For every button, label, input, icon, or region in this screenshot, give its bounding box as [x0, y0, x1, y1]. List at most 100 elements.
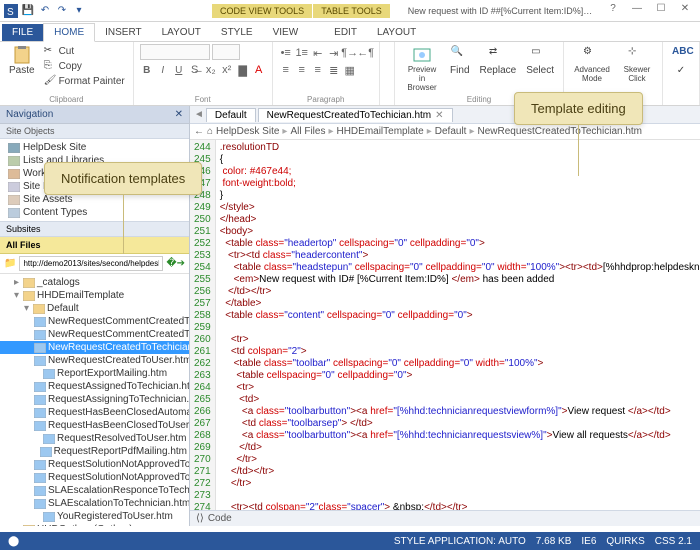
file-tree-item[interactable]: RequestSolutionNotApprovedToUser.htm: [0, 471, 189, 484]
crumb[interactable]: Default: [435, 126, 467, 137]
cut-button[interactable]: ✂Cut: [42, 44, 127, 58]
file-tree-item[interactable]: RequestSolutionNotApprovedToTechnician.h…: [0, 458, 189, 471]
context-tab-table[interactable]: TABLE TOOLS: [313, 4, 390, 18]
crumb[interactable]: HHDEmailTemplate: [336, 126, 423, 137]
style-application-status[interactable]: STYLE APPLICATION: AUTO: [394, 536, 526, 547]
shading-button[interactable]: ▦: [343, 63, 357, 77]
help-icon[interactable]: ?: [602, 3, 624, 19]
app-icon[interactable]: S: [4, 4, 18, 18]
undo-icon[interactable]: ↶: [38, 4, 52, 18]
ie-mode-status[interactable]: IE6: [581, 536, 596, 547]
minimize-button[interactable]: —: [626, 3, 648, 19]
maximize-button[interactable]: ☐: [650, 3, 672, 19]
tree-item[interactable]: Content Types: [0, 206, 189, 219]
font-size-input[interactable]: [212, 44, 240, 60]
nav-close-icon[interactable]: ✕: [175, 109, 183, 120]
rtl-button[interactable]: ←¶: [359, 46, 373, 60]
tab-style[interactable]: STYLE: [211, 24, 263, 41]
context-tab-code[interactable]: CODE VIEW TOOLS: [212, 4, 312, 18]
underline-button[interactable]: U: [172, 63, 186, 77]
subsites-header[interactable]: Subsites: [0, 221, 189, 237]
file-tree-item[interactable]: RequestAssigningToTechnician.htm: [0, 393, 189, 406]
advanced-mode-button[interactable]: ⚙Advanced Mode: [570, 44, 614, 85]
font-color-button[interactable]: A: [252, 63, 266, 77]
file-tree-item[interactable]: RequestReportPdfMailing.htm: [0, 445, 189, 458]
file-tree-item[interactable]: ▸HHDOutbox (Outbox): [0, 523, 189, 526]
spelling-button[interactable]: ABC✓: [669, 44, 693, 78]
file-tree-item[interactable]: ▾Default: [0, 302, 189, 315]
tab-view[interactable]: VIEW: [263, 24, 309, 41]
outdent-button[interactable]: ⇤: [311, 46, 325, 60]
format-painter-button[interactable]: 🖌Format Painter: [42, 74, 127, 88]
tab-insert[interactable]: INSERT: [95, 24, 152, 41]
file-tree-item[interactable]: ReportExportMailing.htm: [0, 367, 189, 380]
font-name-input[interactable]: [140, 44, 210, 60]
copy-button[interactable]: ⎘Copy: [42, 59, 127, 73]
italic-button[interactable]: I: [156, 63, 170, 77]
crumb-home-icon[interactable]: ⌂: [207, 126, 213, 137]
numbering-button[interactable]: 1≡: [295, 46, 309, 60]
indent-button[interactable]: ⇥: [327, 46, 341, 60]
replace-button[interactable]: ⇄Replace: [477, 44, 520, 78]
file-tree-item[interactable]: NewRequestCommentCreatedToTechnician.htm: [0, 315, 189, 328]
find-button[interactable]: 🔍Find: [447, 44, 472, 78]
file-tree-item[interactable]: NewRequestCreatedToTechician.htm: [0, 341, 189, 354]
align-right-button[interactable]: ≡: [311, 63, 325, 77]
file-tree-item[interactable]: RequestAssignedToTechician.htm: [0, 380, 189, 393]
superscript-button[interactable]: x²: [220, 63, 234, 77]
code-body[interactable]: .resolutionTD { color: #467e44; font-wei…: [216, 140, 700, 510]
file-tree-item[interactable]: NewRequestCommentCreatedToUser.htm: [0, 328, 189, 341]
file-tree-item[interactable]: RequestHasBeenClosedAutomaticallyToUser.…: [0, 406, 189, 419]
save-icon[interactable]: 💾: [21, 4, 35, 18]
tab-file[interactable]: FILE: [2, 24, 43, 41]
tab-layout[interactable]: LAYOUT: [152, 24, 211, 41]
file-tree-item[interactable]: YouRegisteredToUser.htm: [0, 510, 189, 523]
file-tree-item[interactable]: ▾HHDEmailTemplate: [0, 289, 189, 302]
redo-icon[interactable]: ↷: [55, 4, 69, 18]
go-icon[interactable]: �➔: [166, 258, 185, 269]
tab-home[interactable]: HOME: [43, 23, 95, 42]
site-objects-header[interactable]: Site Objects: [0, 124, 189, 139]
doctype-status[interactable]: QUIRKS: [606, 536, 644, 547]
align-left-button[interactable]: ≡: [279, 63, 293, 77]
file-tree-item[interactable]: NewRequestCreatedToUser.htm: [0, 354, 189, 367]
tab-nav-back[interactable]: ◄: [194, 109, 204, 120]
tree-item[interactable]: HelpDesk Site: [0, 141, 189, 154]
tab-close-icon[interactable]: ✕: [435, 110, 443, 121]
ltr-button[interactable]: ¶→: [343, 46, 357, 60]
tree-twisty-icon[interactable]: ▾: [12, 289, 21, 302]
doc-tab-default[interactable]: Default: [206, 108, 256, 122]
highlight-button[interactable]: ▇: [236, 63, 250, 77]
tree-twisty-icon[interactable]: ▸: [12, 276, 21, 289]
tab-layout2[interactable]: LAYOUT: [367, 24, 426, 41]
bullets-button[interactable]: •≡: [279, 46, 293, 60]
crumb[interactable]: HelpDesk Site: [216, 126, 279, 137]
close-button[interactable]: ✕: [674, 3, 696, 19]
tree-twisty-icon[interactable]: ▸: [12, 523, 21, 526]
tree-twisty-icon[interactable]: ▾: [22, 302, 31, 315]
justify-button[interactable]: ≣: [327, 63, 341, 77]
align-center-button[interactable]: ≡: [295, 63, 309, 77]
file-tree-item[interactable]: SLAEscalationResponceToTechnician.htm: [0, 484, 189, 497]
file-tree-item[interactable]: ▸_catalogs: [0, 276, 189, 289]
doc-tab-active[interactable]: NewRequestCreatedToTechician.htm✕: [258, 108, 453, 122]
select-button[interactable]: ▭Select: [523, 44, 557, 78]
bold-button[interactable]: B: [140, 63, 154, 77]
qat-dropdown-icon[interactable]: ▾: [72, 4, 86, 18]
site-url-input[interactable]: [19, 256, 163, 271]
skewer-button[interactable]: ⊹Skewer Click: [618, 44, 656, 85]
paste-button[interactable]: Paste: [6, 44, 38, 78]
file-tree-item[interactable]: RequestHasBeenClosedToUser.htm: [0, 419, 189, 432]
subscript-button[interactable]: x₂: [204, 63, 218, 77]
css-schema-status[interactable]: CSS 2.1: [655, 536, 692, 547]
all-files-header[interactable]: All Files: [0, 237, 189, 254]
preview-button[interactable]: Preview in Browser: [401, 44, 443, 94]
crumb[interactable]: NewRequestCreatedToTechician.htm: [477, 126, 642, 137]
code-view-icon[interactable]: ⟨⟩: [196, 513, 204, 524]
strike-button[interactable]: S̶: [188, 63, 202, 77]
file-tree-item[interactable]: RequestResolvedToUser.htm: [0, 432, 189, 445]
tab-edit[interactable]: EDIT: [324, 24, 367, 41]
code-editor[interactable]: 244 245 246 247 248 249 250 251 252 253 …: [190, 140, 700, 510]
file-tree-item[interactable]: SLAEscalationToTechnician.htm: [0, 497, 189, 510]
crumb[interactable]: All Files: [290, 126, 325, 137]
